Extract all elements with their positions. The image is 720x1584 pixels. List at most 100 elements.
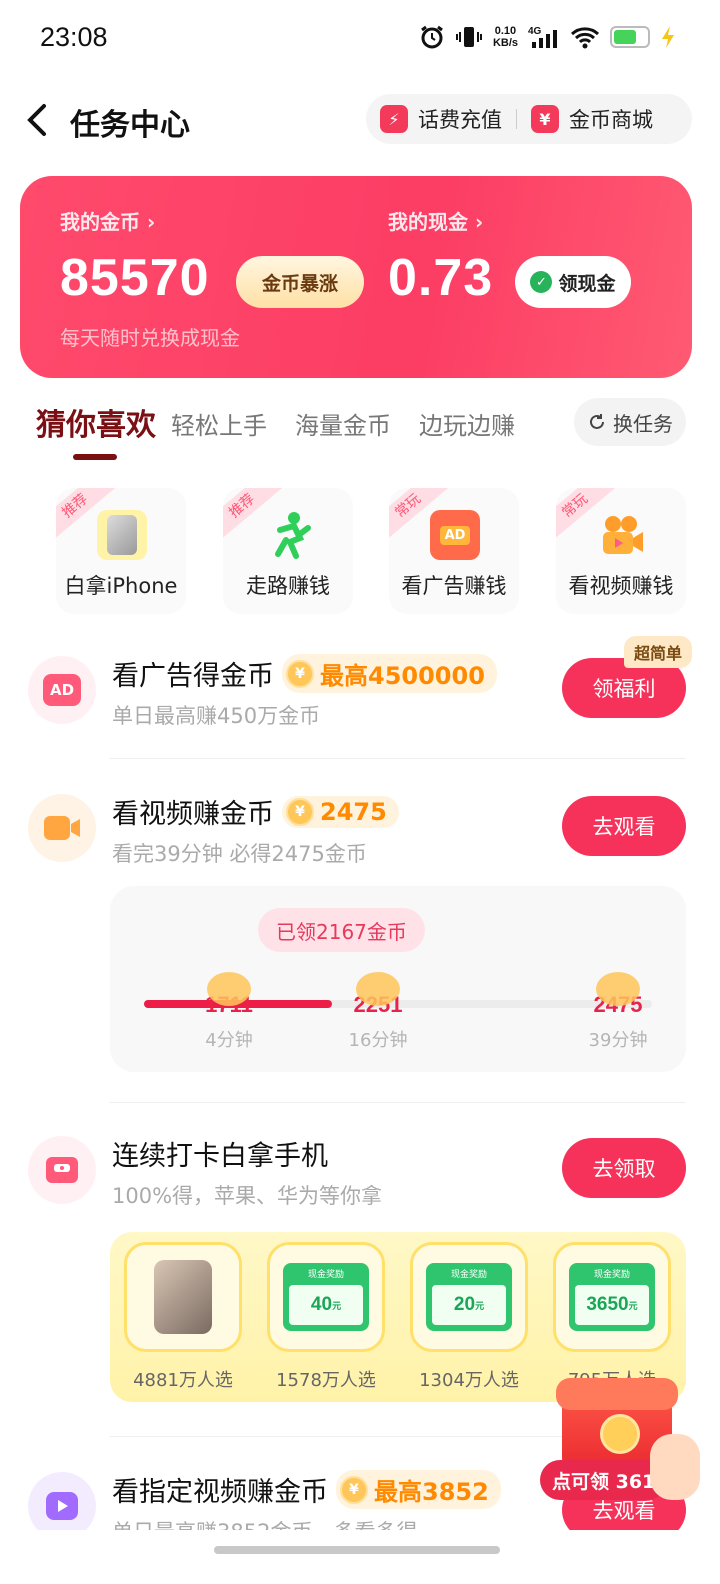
bottom-safe-area <box>0 1530 720 1584</box>
task-title-text: 看视频赚金币 <box>112 799 274 830</box>
task-subtitle: 单日最高赚450万金币 <box>112 704 321 728</box>
cash-balance: 0.73 <box>388 249 494 307</box>
tab-guess-you-like[interactable]: 猜你喜欢 <box>36 400 156 444</box>
lightning-icon: ⚡ <box>380 105 408 133</box>
category-label: 走路赚钱 <box>246 574 330 598</box>
back-arrow-icon[interactable] <box>24 102 54 138</box>
prize-phone[interactable]: 4881万人选 <box>124 1242 242 1392</box>
task-title: 看指定视频赚金币 ¥ 最高3852 <box>112 1470 501 1509</box>
phone-image <box>124 1242 242 1352</box>
checkin-prizes: 4881万人选 现金奖励 40 元 1578万人选 现金奖励 20 元 1304万人选 … <box>110 1232 686 1402</box>
status-icons: 0.10 KB/s 4G <box>419 24 676 50</box>
task-title-text: 连续打卡白拿手机 <box>112 1141 328 1172</box>
reward-badge: ¥ 最高4500000 <box>282 654 497 693</box>
refresh-icon <box>590 414 604 429</box>
reward-text: 最高3852 <box>374 1478 489 1506</box>
category-watch-ads[interactable]: 常玩 AD 看广告赚钱 <box>389 488 519 614</box>
tv-ad-icon: AD <box>430 510 480 560</box>
milestone: 2475 39分钟 <box>573 972 663 1052</box>
cash-reward-card: 现金奖励 40 元 <box>283 1263 369 1331</box>
go-claim-button[interactable]: 去领取 <box>562 1138 686 1198</box>
coin-mall-button[interactable]: ¥ 金币商城 <box>517 104 667 134</box>
phone-topup-button[interactable]: ⚡ 话费充值 <box>366 104 516 134</box>
task-watch-ads: AD 看广告得金币 ¥ 最高4500000 单日最高赚450万金币 领福利 超简单 <box>28 636 692 736</box>
wifi-icon <box>570 27 600 49</box>
prize-caption: 1304万人选 <box>419 1370 519 1391</box>
walking-person-icon <box>275 512 311 559</box>
coin-stack-icon <box>596 972 640 1006</box>
reward-badge: ¥2475 <box>282 795 399 828</box>
coin-icon: ¥ <box>340 1475 368 1504</box>
claim-benefit-label: 领福利 <box>592 677 656 701</box>
battery-icon <box>610 26 650 48</box>
withdraw-cash-button[interactable]: ✓ 领现金 <box>515 256 631 308</box>
divider <box>110 758 686 759</box>
task-watch-video: 看视频赚金币 ¥2475 看完39分钟 必得2475金币 去观看 <box>28 794 688 874</box>
wallet-card: 我的金币 › 85570 金币暴涨 我的现金 › 0.73 ✓ 领现金 每天随时… <box>20 176 692 378</box>
cash-reward-card: 现金奖励 3650 元 <box>569 1263 655 1331</box>
coin-surge-label: 金币暴涨 <box>261 272 338 295</box>
ad-icon: AD <box>28 656 96 724</box>
task-title: 看广告得金币 ¥ 最高4500000 <box>112 654 497 693</box>
category-free-iphone[interactable]: 推荐 白拿iPhone <box>56 488 186 614</box>
page-title: 任务中心 <box>70 108 190 143</box>
coin-mall-label: 金币商城 <box>569 108 653 132</box>
category-watch-video[interactable]: 常玩 看视频赚钱 <box>556 488 686 614</box>
coin-stack-icon <box>356 972 400 1006</box>
alarm-icon <box>421 25 443 49</box>
category-walk-earn[interactable]: 推荐 走路赚钱 <box>223 488 353 614</box>
prize-cash-40[interactable]: 现金奖励 40 元 1578万人选 <box>267 1242 385 1392</box>
swap-tasks-label: 换任务 <box>613 411 673 436</box>
reward-text: 2475 <box>320 797 387 826</box>
top-actions: ⚡ 话费充值 ¥ 金币商城 <box>366 94 692 144</box>
withdraw-cash-label: 领现金 <box>558 272 616 295</box>
my-coins-link[interactable]: 我的金币 › <box>60 206 155 235</box>
video-camera-icon <box>603 516 643 554</box>
video-icon <box>28 794 96 862</box>
reward-badge: ¥ 最高3852 <box>336 1470 501 1509</box>
go-watch-button[interactable]: 去观看 <box>562 796 686 856</box>
go-claim-label: 去领取 <box>592 1157 656 1181</box>
coin-stack-icon <box>207 972 251 1006</box>
tab-underline <box>73 454 117 460</box>
my-cash-link[interactable]: 我的现金 › <box>388 206 483 235</box>
prize-cash-20[interactable]: 现金奖励 20 元 1304万人选 <box>410 1242 528 1392</box>
floating-gift-widget[interactable]: 点可领 361 <box>540 1378 710 1528</box>
milestone-time: 16分钟 <box>348 1030 408 1051</box>
wallet-icon <box>28 1136 96 1204</box>
phone-topup-label: 话费充值 <box>418 108 502 132</box>
status-time: 23:08 <box>40 22 108 52</box>
tab-massive-coins[interactable]: 海量金币 <box>295 406 391 441</box>
net-speed: 0.10 KB/s <box>492 25 518 49</box>
home-indicator[interactable] <box>214 1546 500 1554</box>
task-title: 看视频赚金币 ¥2475 <box>112 792 399 831</box>
tab-play-and-earn[interactable]: 边玩边赚 <box>419 406 515 441</box>
wallet-subtitle: 每天随时兑换成现金 <box>60 326 240 350</box>
charging-bolt-icon <box>662 26 674 48</box>
task-title: 连续打卡白拿手机 <box>112 1134 328 1173</box>
prize-cash-3650[interactable]: 现金奖励3650元 795万人选 <box>553 1242 671 1392</box>
claimed-coins-bubble: 已领2167金币 <box>258 908 425 952</box>
category-label: 看视频赚钱 <box>568 574 674 598</box>
task-title-text: 看广告得金币 <box>112 661 274 692</box>
category-label: 白拿iPhone <box>64 574 178 598</box>
video-progress-card: 已领2167金币 1711 4分钟 2251 16分钟 2475 39分钟 <box>110 886 686 1072</box>
category-shortcuts: 推荐 白拿iPhone 推荐 走路赚钱 常玩 AD 看广告赚钱 常玩 看视频赚钱 <box>56 488 686 616</box>
go-watch-label: 去观看 <box>592 815 656 839</box>
prize-caption: 4881万人选 <box>133 1370 233 1391</box>
swap-tasks-button[interactable]: 换任务 <box>574 398 686 446</box>
milestone-time: 4分钟 <box>205 1030 253 1051</box>
yuan-ticket-icon: ¥ <box>531 105 559 133</box>
vibrate-icon <box>455 27 482 47</box>
task-subtitle: 看完39分钟 必得2475金币 <box>112 842 367 866</box>
coin-icon <box>600 1414 640 1454</box>
task-subtitle: 100%得，苹果、华为等你拿 <box>112 1184 383 1208</box>
tab-easy-start[interactable]: 轻松上手 <box>171 406 267 441</box>
cash-reward-card: 现金奖励 20 元 <box>426 1263 512 1331</box>
prize-caption: 1578万人选 <box>276 1370 376 1391</box>
status-bar: 23:08 0.10 KB/s 4G <box>0 0 720 80</box>
milestone: 1711 4分钟 <box>184 972 274 1052</box>
check-icon: ✓ <box>530 271 553 293</box>
super-easy-badge: 超简单 <box>623 636 692 668</box>
coin-surge-button[interactable]: 金币暴涨 <box>236 256 364 308</box>
